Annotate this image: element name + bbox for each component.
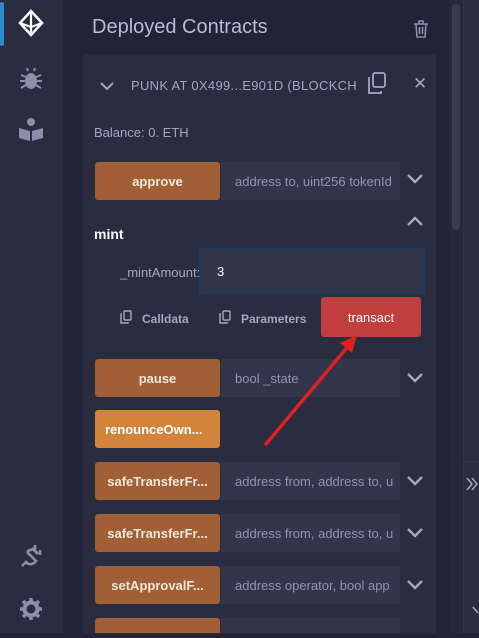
panel-scrollbar-thumb[interactable] bbox=[452, 4, 460, 230]
next-function-args-input[interactable] bbox=[221, 618, 400, 633]
chevron-down-icon[interactable] bbox=[406, 172, 424, 190]
balance-text: Balance: 0. ETH bbox=[94, 125, 189, 140]
deploy-run-icon[interactable] bbox=[14, 6, 48, 40]
set-approval-for-all-args-input[interactable]: address operator, bool app bbox=[221, 566, 400, 604]
calldata-copy-button[interactable]: Calldata bbox=[120, 310, 189, 327]
copy-icon bbox=[120, 310, 132, 327]
deployed-contracts-panel: Deployed Contracts PUNK AT 0X499...E901D… bbox=[63, 0, 449, 634]
debugger-icon[interactable] bbox=[14, 62, 48, 96]
safe-transfer-from-args-input[interactable]: address from, address to, u bbox=[221, 462, 400, 500]
safe-transfer-from-data-args-input[interactable]: address from, address to, u bbox=[221, 514, 400, 552]
calldata-label: Calldata bbox=[142, 311, 189, 326]
copy-icon[interactable] bbox=[367, 72, 387, 99]
chevron-down-icon[interactable] bbox=[406, 578, 424, 596]
chevron-down-icon[interactable] bbox=[406, 474, 424, 492]
learneth-icon[interactable] bbox=[14, 112, 48, 146]
contract-header[interactable]: PUNK AT 0X499...E901D (BLOCKCH ✕ bbox=[83, 54, 436, 116]
editor-edge bbox=[462, 0, 479, 633]
contract-name: PUNK AT 0X499...E901D (BLOCKCH bbox=[131, 78, 358, 93]
close-icon[interactable]: ✕ bbox=[413, 74, 427, 94]
set-approval-for-all-button[interactable]: setApprovalF... bbox=[95, 566, 220, 604]
parameters-copy-button[interactable]: Parameters bbox=[219, 310, 306, 327]
safe-transfer-from-button[interactable]: safeTransferFr... bbox=[95, 462, 220, 500]
pause-args-input[interactable]: bool _state bbox=[221, 359, 400, 397]
trash-icon[interactable] bbox=[413, 20, 431, 40]
approve-args-input[interactable]: address to, uint256 tokenId bbox=[221, 162, 400, 200]
pause-button[interactable]: pause bbox=[95, 359, 220, 397]
icon-rail bbox=[0, 0, 63, 633]
transact-button[interactable]: transact bbox=[321, 297, 421, 337]
approve-button[interactable]: approve bbox=[95, 162, 220, 200]
plugin-manager-icon[interactable] bbox=[14, 538, 48, 572]
active-indicator bbox=[0, 2, 4, 46]
chevron-down-icon[interactable] bbox=[406, 371, 424, 389]
renounce-ownership-button[interactable]: renounceOwn... bbox=[95, 410, 220, 448]
mint-amount-input[interactable] bbox=[199, 248, 425, 294]
settings-gear-icon[interactable] bbox=[14, 592, 48, 626]
panel-title: Deployed Contracts bbox=[92, 16, 268, 38]
copy-icon bbox=[219, 310, 231, 327]
safe-transfer-from-data-button[interactable]: safeTransferFr... bbox=[95, 514, 220, 552]
mint-amount-label: _mintAmount: bbox=[120, 265, 201, 280]
chevron-down-icon[interactable] bbox=[99, 78, 115, 96]
next-function-button[interactable] bbox=[95, 618, 220, 633]
chevron-up-icon[interactable] bbox=[406, 214, 424, 232]
chevron-down-icon[interactable] bbox=[406, 526, 424, 544]
parameters-label: Parameters bbox=[241, 311, 307, 326]
mint-function-title: mint bbox=[94, 226, 124, 242]
